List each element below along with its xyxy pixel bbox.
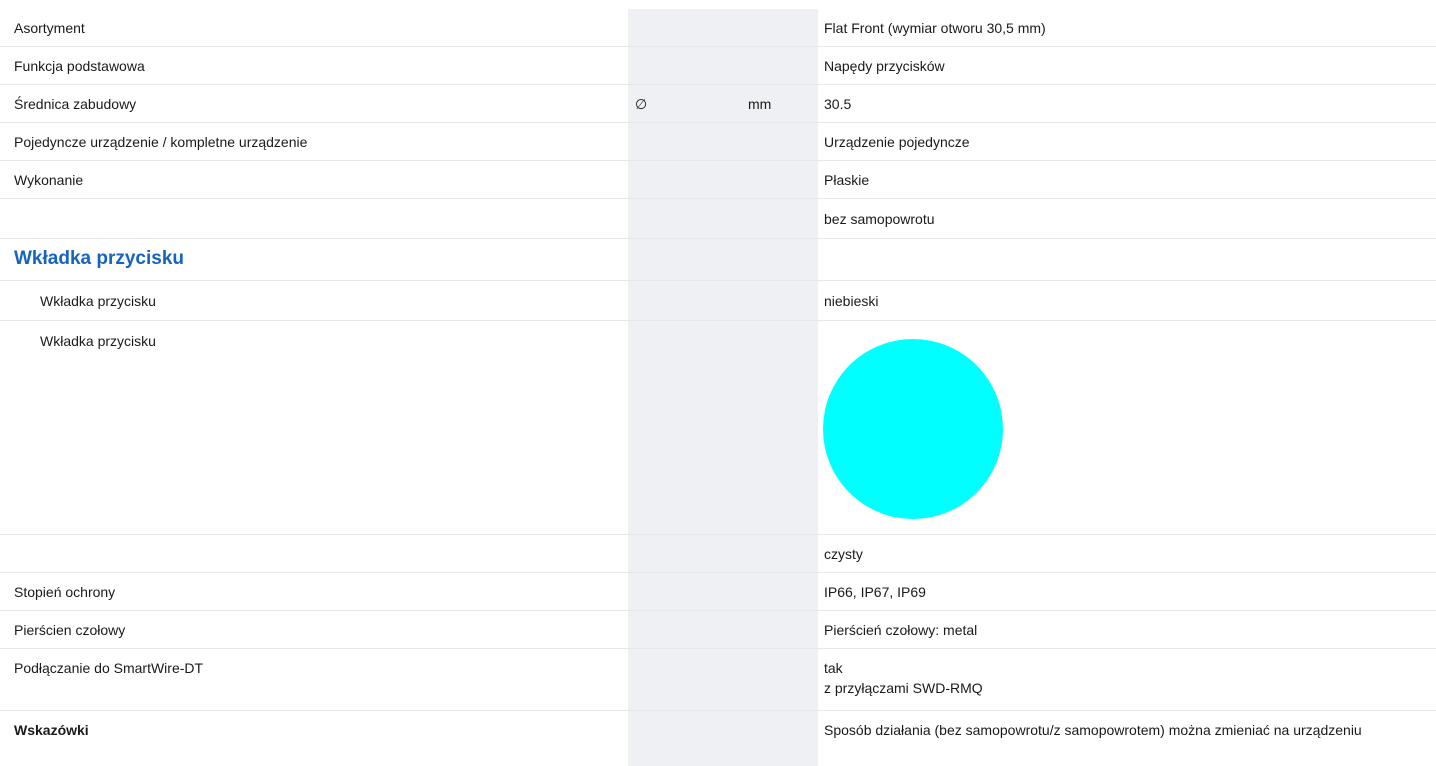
- row-wskazowki: Wskazówki Sposób działania (bez samopowr…: [0, 711, 1436, 766]
- row-pierscien: Pierścien czołowy Pierścień czołowy: met…: [0, 611, 1436, 649]
- row-value: bez samopowrotu: [824, 211, 935, 227]
- row-value: 30.5: [824, 96, 852, 112]
- row-funkcja: Funkcja podstawowa Napędy przycisków: [0, 47, 1436, 85]
- row-value: Płaskie: [824, 172, 870, 188]
- row-value-line1: tak: [824, 660, 843, 676]
- row-value: niebieski: [824, 293, 879, 309]
- row-label: Podłączanie do SmartWire-DT: [14, 660, 204, 676]
- row-label: Funkcja podstawowa: [14, 58, 145, 74]
- row-label: Wkładka przycisku: [40, 293, 156, 309]
- row-value: Sposób działania (bez samopowrotu/z samo…: [824, 722, 1362, 738]
- row-label: Średnica zabudowy: [14, 96, 137, 112]
- section-title: Wkładka przycisku: [14, 248, 185, 269]
- row-label: Pierścien czołowy: [14, 622, 126, 638]
- diameter-symbol: ∅: [635, 96, 648, 112]
- row-srednica: Średnica zabudowy ∅ mm 30.5: [0, 85, 1436, 123]
- unit-label: mm: [748, 96, 772, 112]
- row-value: Urządzenie pojedyncze: [824, 134, 970, 150]
- row-czysty: czysty: [0, 535, 1436, 573]
- row-label: Stopień ochrony: [14, 584, 116, 600]
- row-smartwire: Podłączanie do SmartWire-DT tak z przyłą…: [0, 649, 1436, 711]
- row-samopowrot: bez samopowrotu: [0, 199, 1436, 239]
- row-pojedyncze: Pojedyncze urządzenie / kompletne urządz…: [0, 123, 1436, 161]
- row-wkladka-color: Wkładka przycisku niebieski: [0, 281, 1436, 321]
- row-label: Wkładka przycisku: [40, 333, 156, 349]
- row-label: Wykonanie: [14, 172, 84, 188]
- row-asortyment: Asortyment Flat Front (wymiar otworu 30,…: [0, 9, 1436, 47]
- row-label: Pojedyncze urządzenie / kompletne urządz…: [14, 134, 308, 150]
- row-value-line2: z przyłączami SWD-RMQ: [824, 680, 983, 696]
- row-value: IP66, IP67, IP69: [824, 584, 926, 600]
- row-value: Flat Front (wymiar otworu 30,5 mm): [824, 20, 1046, 36]
- row-label: Wskazówki: [14, 722, 89, 738]
- row-value: czysty: [824, 546, 863, 562]
- row-value: Pierścień czołowy: metal: [824, 622, 978, 638]
- row-label: Asortyment: [14, 20, 85, 36]
- row-ochrona: Stopień ochrony IP66, IP67, IP69: [0, 573, 1436, 611]
- color-swatch-circle: [823, 339, 1003, 519]
- row-value: Napędy przycisków: [824, 58, 945, 74]
- row-wkladka-swatch: Wkładka przycisku: [0, 321, 1436, 535]
- row-wykonanie: Wykonanie Płaskie: [0, 161, 1436, 199]
- section-row-wkladka: Wkładka przycisku: [0, 239, 1436, 281]
